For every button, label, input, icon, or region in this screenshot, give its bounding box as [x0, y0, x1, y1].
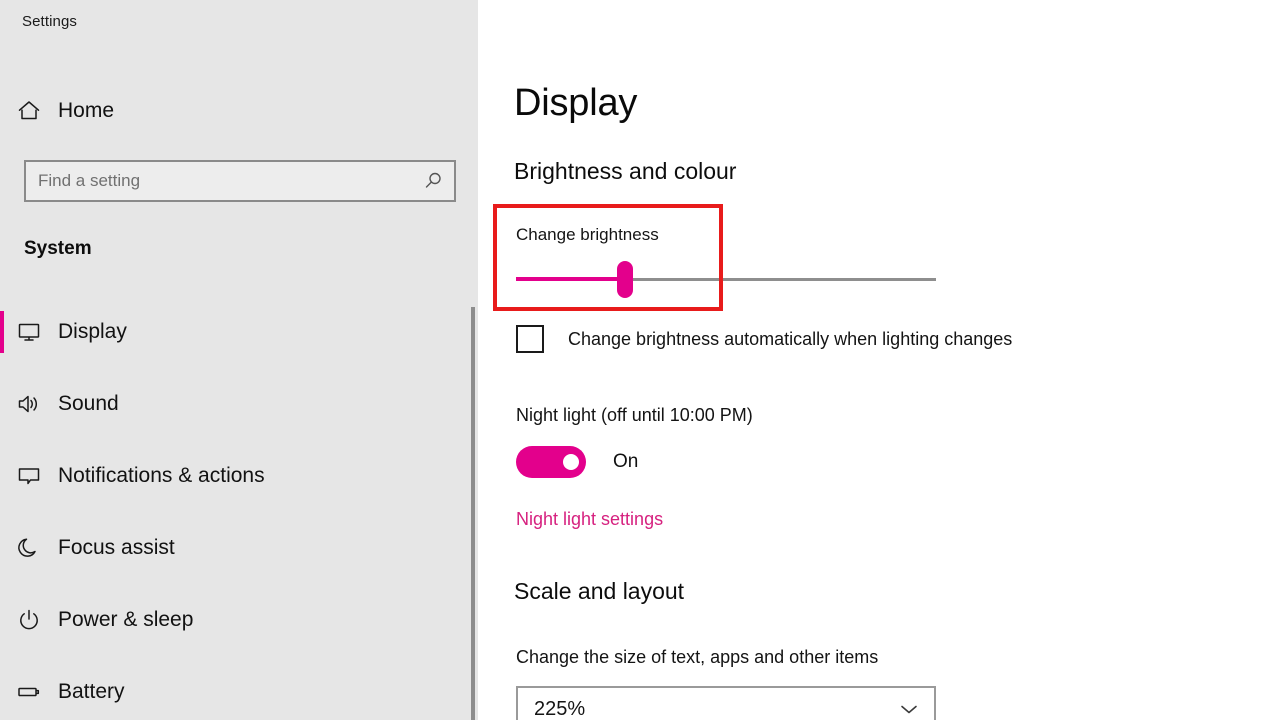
night-light-state-label: On	[613, 451, 639, 472]
sidebar-item-power-sleep[interactable]: Power & sleep	[0, 584, 458, 656]
selection-indicator	[0, 311, 4, 353]
sidebar-item-sound[interactable]: Sound	[0, 368, 458, 440]
sidebar-item-notifications-label: Notifications & actions	[58, 464, 265, 487]
sidebar-item-notifications[interactable]: Notifications & actions	[0, 440, 458, 512]
sidebar-item-battery[interactable]: Battery	[0, 656, 458, 720]
search-box[interactable]	[24, 160, 456, 202]
auto-brightness-checkbox-row[interactable]: Change brightness automatically when lig…	[516, 325, 1012, 353]
night-light-label: Night light (off until 10:00 PM)	[516, 405, 753, 425]
speaker-icon	[0, 391, 58, 417]
sidebar-item-display[interactable]: Display	[0, 296, 458, 368]
home-icon	[0, 98, 58, 124]
scale-dropdown-value: 225%	[534, 697, 586, 720]
monitor-icon	[0, 319, 58, 345]
sidebar-item-display-label: Display	[58, 320, 127, 343]
app-title: Settings	[22, 13, 77, 30]
search-icon	[412, 170, 454, 192]
scale-description: Change the size of text, apps and other …	[516, 647, 879, 667]
chevron-down-icon	[884, 697, 934, 720]
night-light-toggle-row: On	[516, 446, 638, 478]
battery-icon	[0, 679, 58, 705]
night-light-settings-link[interactable]: Night light settings	[516, 509, 663, 530]
brightness-slider-label: Change brightness	[516, 225, 659, 244]
auto-brightness-label: Change brightness automatically when lig…	[568, 328, 1013, 349]
scale-dropdown[interactable]: 225%	[516, 686, 936, 720]
slider-thumb[interactable]	[617, 261, 634, 298]
sidebar-item-power-sleep-label: Power & sleep	[58, 608, 194, 631]
sidebar-nav-list: Display Sound Notifications & actions Fo…	[0, 296, 458, 720]
sidebar-item-sound-label: Sound	[58, 392, 119, 415]
moon-icon	[0, 535, 58, 561]
sidebar-item-home[interactable]: Home	[0, 88, 458, 134]
sidebar-group-header: System	[24, 238, 92, 259]
sidebar-item-focus-assist-label: Focus assist	[58, 536, 175, 559]
auto-brightness-checkbox[interactable]	[516, 325, 544, 353]
sidebar-scrollbar[interactable]	[471, 307, 475, 720]
page-title: Display	[514, 82, 638, 124]
toggle-knob	[563, 454, 579, 470]
chat-bubble-icon	[0, 463, 58, 489]
night-light-toggle[interactable]	[516, 446, 586, 478]
search-input[interactable]	[26, 162, 412, 200]
sidebar-item-home-label: Home	[58, 99, 115, 122]
main-content: Display Brightness and colour Change bri…	[478, 0, 1280, 720]
section-heading-scale: Scale and layout	[514, 578, 685, 604]
power-icon	[0, 607, 58, 633]
sidebar-item-battery-label: Battery	[58, 680, 125, 703]
slider-fill	[516, 277, 626, 281]
sidebar: Settings Home System	[0, 0, 478, 720]
section-heading-brightness: Brightness and colour	[514, 158, 737, 184]
brightness-slider[interactable]	[516, 261, 936, 298]
sidebar-item-focus-assist[interactable]: Focus assist	[0, 512, 458, 584]
